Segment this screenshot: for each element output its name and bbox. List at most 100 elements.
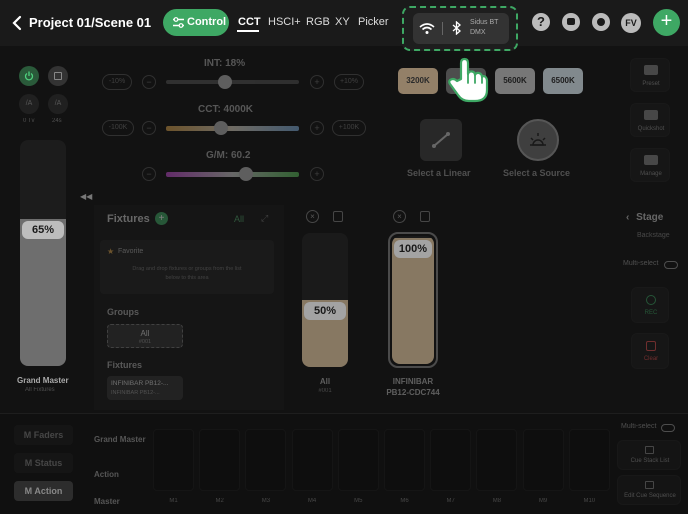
manage-button[interactable]: Manage [630,148,670,182]
favorite-dropzone[interactable]: ★ Favorite Drag and drop fixtures or gro… [100,240,274,294]
manage-label: Manage [640,171,662,177]
master-slot[interactable] [522,429,564,491]
stage-multiselect-toggle[interactable] [664,261,678,269]
quickshot-button[interactable]: Quickshot [630,103,670,137]
cct-slider-thumb[interactable] [213,121,228,135]
fader-all-sub: #001 [318,388,332,394]
gm-slider-thumb[interactable] [238,167,253,181]
control-label: Control [187,16,227,28]
select-source-label: Select a Source [503,168,571,178]
back-button[interactable] [10,14,26,32]
master-slot[interactable] [291,429,333,491]
control-button[interactable]: Control [163,9,229,36]
bottom-multiselect-toggle[interactable] [661,424,675,432]
fixture-item[interactable]: INFINIBAR PB12-... INFINIBAR PB12-... [107,376,183,400]
int-slider[interactable] [166,75,299,89]
master-slot[interactable] [199,429,241,491]
preset-panel-button[interactable]: Preset [630,58,670,92]
sliders-icon [173,17,184,28]
top-bar: Project 01/Scene 01 Control CCT HSCI+ RG… [0,0,688,51]
fader-1-lock-icon[interactable] [333,211,343,222]
master-slot[interactable] [384,429,425,491]
tab-rgb[interactable]: RGB [306,16,330,28]
clear-label: Clear [643,356,659,362]
preset-3200k[interactable]: 3200K [398,68,438,94]
gm-plus-button[interactable]: + [310,167,324,181]
help-icon[interactable]: ? [532,13,550,31]
master-slot-label: M5 [354,498,363,504]
source-selector-button[interactable] [517,119,559,161]
cct-slider[interactable] [166,121,299,135]
preset-5600k[interactable]: 5600K [495,68,535,94]
avatar[interactable]: FV [621,13,641,33]
fader-infinibar[interactable]: 100% [388,232,438,368]
chat-icon[interactable] [562,13,580,31]
master-slot-label: M10 [583,498,596,504]
collapse-icon[interactable]: ◀◀ [80,192,92,201]
grand-master-fader[interactable]: 65% [20,140,66,366]
master-slot[interactable] [337,429,379,491]
cct-max-button[interactable]: +100K [332,120,366,136]
tab-m-status[interactable]: M Status [14,453,73,473]
group-item[interactable]: All #001 [107,324,183,348]
master-slot[interactable] [430,429,472,491]
fader-infinibar-sub: PB12-CDC744 [386,388,440,397]
edit-cue-label: Edit Cue Sequence [624,493,676,499]
tv-button[interactable]: /A [19,94,39,114]
int-minus-button[interactable]: − [142,75,156,89]
power-button[interactable] [19,66,39,86]
cct-plus-button[interactable]: + [310,121,324,135]
row-grand-master: Grand Master [94,435,146,444]
fader-2-lock-icon[interactable] [420,211,430,222]
master-slot-label: M4 [307,498,317,504]
linear-selector-button[interactable] [420,119,462,161]
fader-infinibar-percent: 100% [394,240,432,258]
row-master: Master [94,497,120,506]
tab-cct[interactable]: CCT [238,16,261,28]
preset-6500k[interactable]: 6500K [543,68,583,94]
tab-m-action[interactable]: M Action [14,481,73,501]
expand-icon[interactable]: ⤢ [261,213,268,224]
gm-slider[interactable] [166,167,299,181]
edit-cue-button[interactable]: Edit Cue Sequence [617,475,681,505]
master-slot-label: M2 [215,498,224,504]
int-slider-thumb[interactable] [217,75,232,89]
master-slot[interactable] [153,429,194,491]
gear-icon[interactable] [592,13,610,31]
bv-button[interactable]: /A [48,94,68,114]
fader-2-close-icon[interactable]: × [393,210,406,223]
grand-master-fill [20,219,66,366]
master-slot[interactable] [245,429,287,491]
fixtures-list-title: Fixtures [107,360,143,370]
add-fixture-button[interactable]: + [155,212,168,225]
tab-m-faders[interactable]: M Faders [14,425,73,445]
stage-header[interactable]: ‹ Stage [626,212,663,223]
int-min-button[interactable]: -10% [102,74,132,90]
clear-button[interactable]: Clear [631,333,669,369]
quickshot-label: Quickshot [637,126,665,132]
cue-stack-button[interactable]: Cue Stack List [617,440,681,470]
rec-button[interactable]: REC [631,287,669,323]
linear-icon [432,132,450,148]
tab-hsci[interactable]: HSCI+ [268,16,301,28]
tab-picker[interactable]: Picker [358,16,389,28]
stage-title: Stage [636,212,664,223]
gm-minus-button[interactable]: − [142,167,156,181]
connection-button[interactable]: Sidus BT DMX [413,13,509,44]
fixtures-all-filter[interactable]: All [234,214,244,224]
wifi-icon [419,23,435,34]
tab-xy[interactable]: XY [335,16,350,28]
cct-min-button[interactable]: -100K [102,120,134,136]
favorite-label: Favorite [118,248,144,255]
fader-all[interactable]: 50% [302,233,348,367]
int-plus-button[interactable]: + [310,75,324,89]
int-max-button[interactable]: +10% [334,74,364,90]
copy-button[interactable] [48,66,68,86]
fader-1-close-icon[interactable]: × [306,210,319,223]
master-slot[interactable] [476,429,518,491]
master-slot[interactable] [568,429,610,491]
add-button[interactable]: + [653,9,680,36]
star-icon: ★ [107,247,115,256]
edit-icon [645,481,654,489]
cct-minus-button[interactable]: − [142,121,156,135]
